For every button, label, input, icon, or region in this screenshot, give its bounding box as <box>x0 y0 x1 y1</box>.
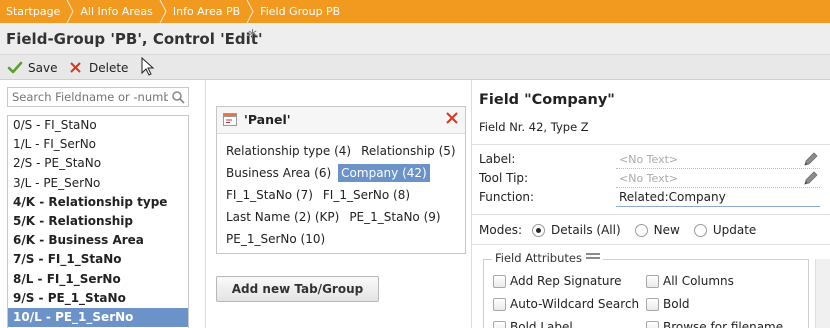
panel-field-chip[interactable]: Company (42) <box>338 164 430 182</box>
breadcrumb-separator-icon <box>66 0 74 23</box>
radio-new[interactable] <box>634 223 648 237</box>
radio-details-all[interactable] <box>532 223 545 237</box>
checkbox-auto-wildcard-search[interactable] <box>493 298 506 311</box>
field-list-item[interactable]: 2/S - PE_StaNo <box>8 154 188 173</box>
field-list-item[interactable]: 1/L - FI_SerNo <box>8 135 188 154</box>
checkbox-bold[interactable] <box>646 298 659 311</box>
panel-field-chip[interactable]: Last Name (2) (KP) <box>223 208 342 226</box>
field-number-type: Field Nr. 42, Type Z <box>479 120 589 134</box>
breadcrumb: Startpage All Info Areas Info Area PB Fi… <box>0 0 830 23</box>
panel-field-row: Business Area (6) Company (42) <box>223 162 461 184</box>
edit-label-pencil-icon[interactable] <box>802 150 820 171</box>
delete-button[interactable]: Delete <box>68 58 128 77</box>
breadcrumb-separator-icon <box>246 0 254 23</box>
checkbox-browse-for-filename[interactable] <box>646 321 659 328</box>
label-auto-wildcard-search: Auto-Wildcard Search <box>510 297 640 311</box>
checkmark-icon <box>7 60 23 76</box>
panel-field-chip[interactable]: Business Area (6) <box>223 164 334 182</box>
label-label: Label: <box>479 152 516 166</box>
edit-tooltip-pencil-icon[interactable] <box>802 169 820 190</box>
panel-field-row: PE_1_SerNo (10) <box>223 228 461 250</box>
panel-header[interactable]: 'Panel' <box>217 107 465 134</box>
menu-icon[interactable] <box>585 251 600 265</box>
mouse-cursor-icon <box>141 56 155 80</box>
field-search-input[interactable] <box>8 88 168 106</box>
panel-field-chip[interactable]: FI_1_SerNo (8) <box>320 186 413 204</box>
field-attributes-box <box>483 259 809 328</box>
panel-icon <box>223 113 238 130</box>
function-value-field[interactable]: Related:Company <box>616 188 820 207</box>
label-bold: Bold <box>663 297 690 311</box>
field-list-item[interactable]: 5/K - Relationship <box>8 212 188 231</box>
tooltip-value-field[interactable]: <No Text> <box>616 169 820 188</box>
field-search <box>7 87 189 107</box>
breadcrumb-separator-icon <box>159 0 167 23</box>
breadcrumb-info-area-pb[interactable]: Info Area PB <box>167 0 246 23</box>
checkbox-bold-label[interactable] <box>493 321 506 328</box>
field-list-item[interactable]: 8/L - FI_1_SerNo <box>8 270 188 289</box>
modes-row: Modes: Details (All) New Update <box>479 223 770 237</box>
modes-label: Modes: <box>479 223 522 237</box>
mode-new[interactable]: New <box>634 223 680 237</box>
field-list-item[interactable]: 0/S - FI_StaNo <box>8 116 188 135</box>
separator <box>472 244 830 245</box>
field-list-item[interactable]: 6/K - Business Area <box>8 231 188 250</box>
search-icon[interactable] <box>171 90 185 107</box>
mode-update[interactable]: Update <box>693 223 757 237</box>
breadcrumb-field-group-pb[interactable]: Field Group PB <box>254 0 346 23</box>
panel-field-row: Relationship type (4) Relationship (5) <box>223 140 461 162</box>
mode-update-label: Update <box>712 223 757 237</box>
panel-field-chip[interactable]: PE_1_StaNo (9) <box>346 208 443 226</box>
checkbox-all-columns[interactable] <box>646 275 659 288</box>
save-label: Save <box>28 60 58 75</box>
unsaved-marker: * <box>248 26 257 47</box>
label-value-field[interactable]: <No Text> <box>616 150 820 169</box>
radio-update[interactable] <box>693 223 707 237</box>
save-button[interactable]: Save <box>7 58 57 77</box>
close-icon[interactable] <box>446 112 458 127</box>
title-bar: Field-Group 'PB', Control 'Edit' * <box>0 23 830 55</box>
scrollbar[interactable] <box>815 259 830 328</box>
mode-details-all[interactable]: Details (All) <box>532 223 621 237</box>
mode-new-label: New <box>653 223 680 237</box>
panel-field-chip[interactable]: Relationship (5) <box>358 142 458 160</box>
tooltip-label: Tool Tip: <box>479 171 529 185</box>
field-attributes-label: Field Attributes <box>495 251 582 265</box>
label-bold-label: Bold Label <box>510 320 573 328</box>
mode-details-all-label: Details (All) <box>551 223 621 237</box>
add-tab-group-button[interactable]: Add new Tab/Group <box>216 276 379 302</box>
breadcrumb-all-info-areas[interactable]: All Info Areas <box>74 0 159 23</box>
label-browse-for-filename: Browse for filename <box>663 320 784 328</box>
field-title: Field "Company" <box>479 92 615 108</box>
separator <box>472 214 830 215</box>
breadcrumb-startpage[interactable]: Startpage <box>0 0 66 23</box>
page-title: Field-Group 'PB', Control 'Edit' <box>6 30 263 48</box>
function-label: Function: <box>479 190 535 204</box>
field-list-item[interactable]: 3/L - PE_SerNo <box>8 174 188 193</box>
label-add-rep-signature: Add Rep Signature <box>510 274 622 288</box>
label-all-columns: All Columns <box>663 274 734 288</box>
panel-field-chip[interactable]: FI_1_StaNo (7) <box>223 186 316 204</box>
field-list-item[interactable]: 9/S - PE_1_StaNo <box>8 289 188 308</box>
field-list: 0/S - FI_StaNo 1/L - FI_SerNo 2/S - PE_Sta… <box>7 115 189 328</box>
field-attributes-legend: Field Attributes <box>492 251 603 265</box>
field-list-item[interactable]: 7/S - FI_1_StaNo <box>8 250 188 269</box>
column-divider <box>205 80 206 328</box>
panel-field-chip[interactable]: PE_1_SerNo (10) <box>223 230 328 248</box>
delete-label: Delete <box>89 60 129 75</box>
toolbar: Save Delete <box>0 55 830 80</box>
column-divider <box>471 80 472 328</box>
field-list-item[interactable]: 4/K - Relationship type <box>8 193 188 212</box>
panel-field-row: Last Name (2) (KP) PE_1_StaNo (9) <box>223 206 461 228</box>
field-list-item[interactable]: 10/L - PE_1_SerNo <box>8 307 188 328</box>
panel-group: 'Panel' Relationship type (4) Relationshi… <box>216 106 466 254</box>
panel-fields: Relationship type (4) Relationship (5) Bus… <box>217 134 465 250</box>
delete-x-icon <box>68 60 84 76</box>
checkbox-add-rep-signature[interactable] <box>493 275 506 288</box>
panel-field-row: FI_1_StaNo (7) FI_1_SerNo (8) <box>223 184 461 206</box>
panel-field-chip[interactable]: Relationship type (4) <box>223 142 354 160</box>
separator <box>472 144 830 145</box>
panel-title: 'Panel' <box>244 112 291 127</box>
